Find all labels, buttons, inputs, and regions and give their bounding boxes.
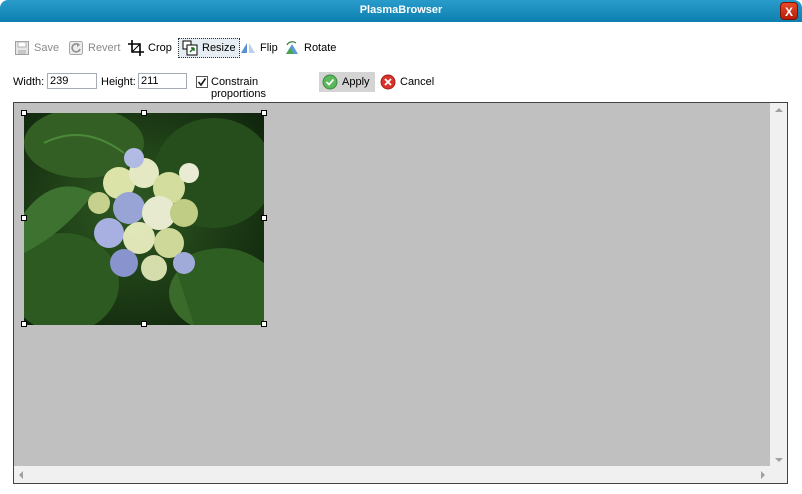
check-circle-icon bbox=[322, 74, 338, 90]
scroll-down-icon[interactable] bbox=[775, 458, 783, 462]
resize-handle-se[interactable] bbox=[261, 321, 267, 327]
rotate-button[interactable]: Rotate bbox=[284, 38, 336, 58]
close-button[interactable]: X bbox=[780, 2, 798, 20]
resize-handle-sw[interactable] bbox=[21, 321, 27, 327]
scroll-right-icon[interactable] bbox=[761, 471, 765, 479]
cancel-icon bbox=[380, 74, 396, 90]
resize-handle-e[interactable] bbox=[261, 215, 267, 221]
scroll-up-icon[interactable] bbox=[775, 108, 783, 112]
save-icon bbox=[14, 40, 30, 56]
hydrangea-photo bbox=[24, 113, 264, 325]
image-canvas[interactable] bbox=[13, 102, 788, 484]
photo-graphic bbox=[24, 113, 264, 325]
title-bar: PlasmaBrowser X bbox=[0, 0, 802, 22]
resize-handle-nw[interactable] bbox=[21, 110, 27, 116]
height-input[interactable] bbox=[138, 73, 187, 89]
revert-icon bbox=[68, 40, 84, 56]
apply-button[interactable]: Apply bbox=[319, 72, 375, 92]
rotate-label: Rotate bbox=[304, 42, 337, 54]
revert-button[interactable]: Revert bbox=[68, 38, 120, 58]
crop-button[interactable]: Crop bbox=[128, 38, 172, 58]
resize-button[interactable]: Resize bbox=[178, 38, 240, 58]
flip-button[interactable]: Flip bbox=[240, 38, 278, 58]
checkmark-icon bbox=[197, 78, 207, 87]
rotate-icon bbox=[284, 40, 300, 56]
horizontal-scrollbar[interactable] bbox=[14, 466, 770, 483]
window-title: PlasmaBrowser bbox=[359, 4, 443, 16]
width-input[interactable] bbox=[47, 73, 97, 89]
revert-label: Revert bbox=[88, 42, 121, 54]
save-button[interactable]: Save bbox=[14, 38, 59, 58]
resize-icon bbox=[182, 40, 198, 56]
width-label: Width: bbox=[13, 76, 45, 88]
resize-handle-ne[interactable] bbox=[261, 110, 267, 116]
resize-handle-s[interactable] bbox=[141, 321, 147, 327]
apply-label: Apply bbox=[342, 76, 370, 88]
crop-label: Crop bbox=[148, 42, 172, 54]
crop-icon bbox=[128, 40, 144, 56]
flip-label: Flip bbox=[260, 42, 278, 54]
save-label: Save bbox=[34, 42, 60, 54]
vertical-scrollbar[interactable] bbox=[770, 103, 787, 467]
scroll-corner bbox=[770, 466, 787, 483]
height-label: Height: bbox=[101, 76, 136, 88]
constrain-label: Constrain proportions bbox=[211, 76, 267, 100]
resize-handle-n[interactable] bbox=[141, 110, 147, 116]
resize-handle-w[interactable] bbox=[21, 215, 27, 221]
constrain-checkbox[interactable] bbox=[196, 76, 208, 88]
resize-label: Resize bbox=[202, 42, 236, 54]
flip-icon bbox=[240, 40, 256, 56]
cancel-button[interactable]: Cancel bbox=[380, 72, 434, 92]
scroll-left-icon[interactable] bbox=[19, 471, 23, 479]
cancel-label: Cancel bbox=[400, 76, 435, 88]
